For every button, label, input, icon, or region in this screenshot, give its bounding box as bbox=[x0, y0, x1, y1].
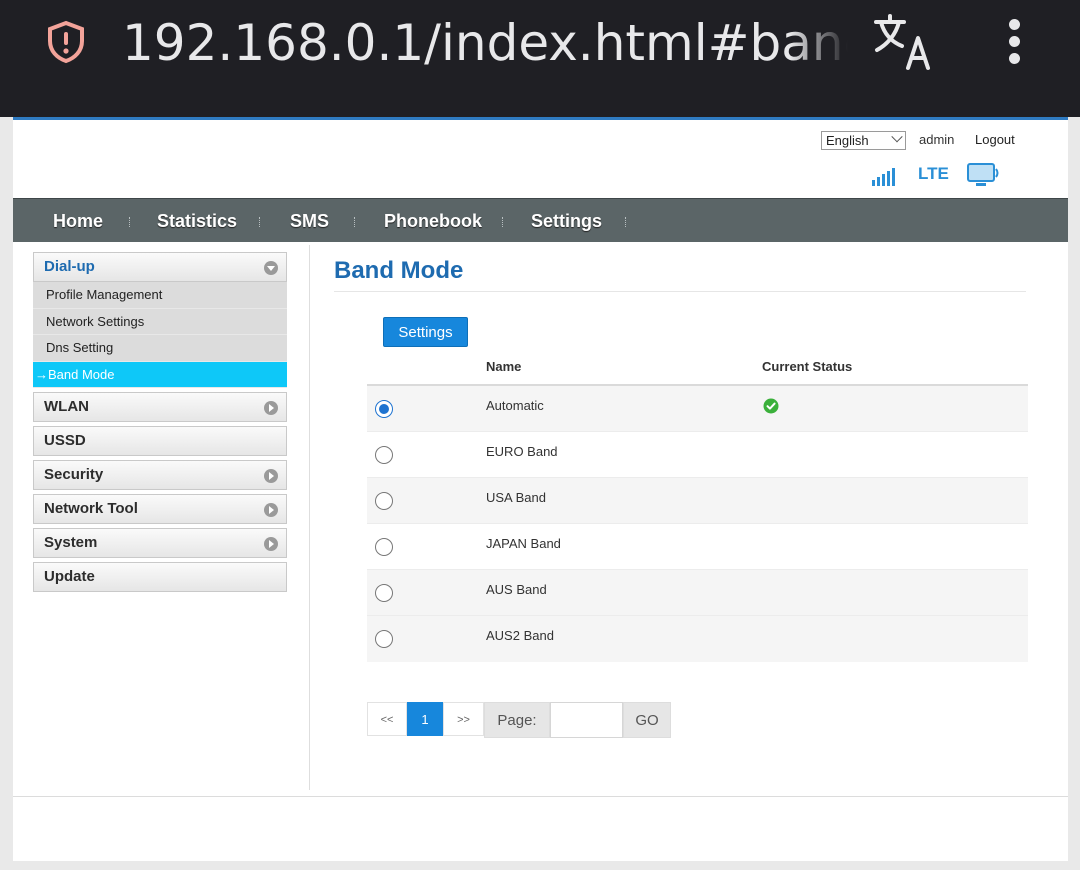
nav-separator bbox=[625, 217, 626, 227]
table-row[interactable]: AUS2 Band bbox=[367, 616, 1028, 662]
sidebar-item-security[interactable]: Security bbox=[33, 460, 287, 490]
band-radio[interactable] bbox=[375, 630, 393, 648]
band-radio[interactable] bbox=[375, 492, 393, 510]
nav-phonebook[interactable]: Phonebook bbox=[384, 199, 482, 243]
table-row[interactable]: Automatic bbox=[367, 386, 1028, 432]
sidebar-item-label: Dial-up bbox=[44, 258, 95, 275]
main-nav: Home Statistics SMS Phonebook Settings bbox=[13, 198, 1068, 242]
band-name: AUS2 Band bbox=[486, 628, 554, 643]
table-row[interactable]: USA Band bbox=[367, 478, 1028, 524]
band-name: AUS Band bbox=[486, 582, 547, 597]
nav-separator bbox=[259, 217, 260, 227]
pagination-prev[interactable]: << bbox=[367, 702, 407, 736]
sidebar-item-update[interactable]: Update bbox=[33, 562, 287, 592]
column-header-status: Current Status bbox=[762, 359, 853, 374]
chevron-right-icon bbox=[264, 469, 278, 483]
chevron-down-icon bbox=[891, 131, 903, 143]
band-radio[interactable] bbox=[375, 400, 393, 418]
column-header-name: Name bbox=[486, 359, 522, 374]
band-name: Automatic bbox=[486, 398, 544, 413]
nav-separator bbox=[129, 217, 130, 227]
user-name: admin bbox=[919, 132, 955, 147]
sidebar-item-label: Security bbox=[44, 466, 104, 483]
pagination-page-1[interactable]: 1 bbox=[407, 702, 443, 736]
band-table: Name Current Status Automatic EURO Band … bbox=[367, 351, 1028, 662]
title-divider bbox=[334, 291, 1026, 292]
address-bar[interactable]: 192.168.0.1/index.html#band_mode bbox=[122, 12, 848, 74]
nav-statistics[interactable]: Statistics bbox=[157, 199, 237, 243]
sidebar-item-network-tool[interactable]: Network Tool bbox=[33, 494, 287, 524]
page-label: Page: bbox=[484, 702, 550, 738]
dial-up-submenu: Profile Management Network Settings Dns … bbox=[33, 282, 287, 388]
pagination-next[interactable]: >> bbox=[443, 702, 484, 736]
table-header: Name Current Status bbox=[367, 351, 1028, 386]
chevron-right-icon bbox=[264, 401, 278, 415]
more-options-icon[interactable] bbox=[1004, 16, 1024, 68]
sidebar-item-ussd[interactable]: USSD bbox=[33, 426, 287, 456]
language-select[interactable]: English bbox=[821, 131, 906, 150]
sidebar-item-system[interactable]: System bbox=[33, 528, 287, 558]
signal-strength-icon bbox=[872, 168, 895, 186]
sidebar-item-wlan[interactable]: WLAN bbox=[33, 392, 287, 422]
page-number-input[interactable] bbox=[550, 702, 623, 738]
table-row[interactable]: EURO Band bbox=[367, 432, 1028, 478]
page-title: Band Mode bbox=[334, 257, 464, 284]
nav-separator bbox=[502, 217, 503, 227]
go-button[interactable]: GO bbox=[623, 702, 671, 738]
band-name: JAPAN Band bbox=[486, 536, 561, 551]
sidebar-item-label: Network Tool bbox=[44, 500, 138, 517]
band-radio[interactable] bbox=[375, 446, 393, 464]
sidebar-item-dial-up[interactable]: Dial-up bbox=[33, 252, 287, 282]
translate-icon[interactable] bbox=[872, 12, 936, 72]
table-row[interactable]: JAPAN Band bbox=[367, 524, 1028, 570]
nav-separator bbox=[354, 217, 355, 227]
submenu-profile-management[interactable]: Profile Management bbox=[33, 282, 287, 309]
band-name: USA Band bbox=[486, 490, 546, 505]
router-page: English admin Logout LTE Home Statistics… bbox=[13, 117, 1068, 861]
sidebar-item-label: Update bbox=[44, 568, 95, 585]
sidebar: Dial-up Profile Management Network Setti… bbox=[33, 252, 287, 596]
submenu-dns-setting[interactable]: Dns Setting bbox=[33, 335, 287, 362]
sidebar-item-label: USSD bbox=[44, 432, 86, 449]
nav-sms[interactable]: SMS bbox=[290, 199, 329, 243]
band-name: EURO Band bbox=[486, 444, 558, 459]
top-header: English admin Logout LTE bbox=[13, 120, 1068, 198]
browser-toolbar: 192.168.0.1/index.html#band_mode bbox=[0, 0, 1080, 117]
submenu-network-settings[interactable]: Network Settings bbox=[33, 309, 287, 335]
chevron-right-icon bbox=[264, 537, 278, 551]
nav-settings[interactable]: Settings bbox=[531, 199, 602, 243]
chevron-down-icon bbox=[264, 261, 278, 275]
language-select-value: English bbox=[826, 133, 869, 148]
nav-home[interactable]: Home bbox=[53, 199, 103, 243]
check-circle-icon bbox=[763, 398, 779, 414]
footer-divider bbox=[13, 796, 1068, 797]
sidebar-item-label: WLAN bbox=[44, 398, 89, 415]
warning-shield-icon[interactable] bbox=[46, 20, 86, 64]
chevron-right-icon bbox=[264, 503, 278, 517]
band-radio[interactable] bbox=[375, 538, 393, 556]
table-row[interactable]: AUS Band bbox=[367, 570, 1028, 616]
sidebar-item-label: System bbox=[44, 534, 98, 551]
submenu-band-mode[interactable]: →Band Mode bbox=[33, 361, 287, 388]
connection-monitor-icon bbox=[967, 163, 999, 186]
network-type: LTE bbox=[918, 164, 949, 183]
band-radio[interactable] bbox=[375, 584, 393, 602]
settings-button[interactable]: Settings bbox=[383, 317, 468, 347]
logout-link[interactable]: Logout bbox=[975, 132, 1015, 147]
column-divider bbox=[309, 245, 310, 790]
